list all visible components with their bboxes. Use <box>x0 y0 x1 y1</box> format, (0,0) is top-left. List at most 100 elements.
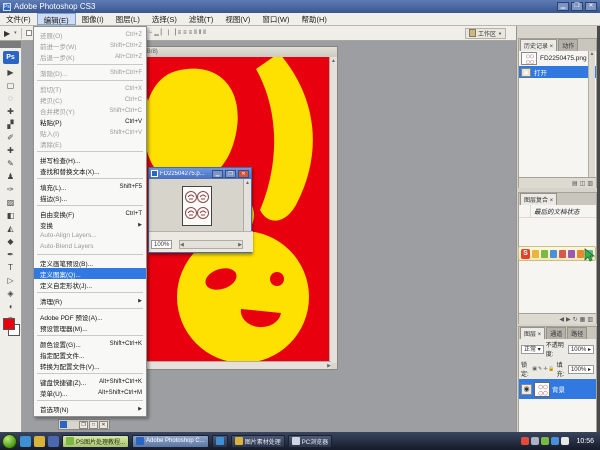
mini-close-button[interactable]: ✕ <box>99 421 108 429</box>
menu-edit[interactable]: 编辑(E) <box>37 13 76 25</box>
path-select-tool[interactable]: ▷ <box>2 274 20 287</box>
lock-position-icon[interactable]: ✛ <box>543 366 547 372</box>
zoom-level-field[interactable]: 100% <box>151 240 172 249</box>
edit-menu-item-auto-align-layers[interactable]: Auto-Align Layers... <box>34 230 146 241</box>
layer-comp-row[interactable]: 最后的文档状态 <box>519 205 596 218</box>
edit-menu-item-clear[interactable]: 清除(E) <box>34 138 146 149</box>
menu-view[interactable]: 视图(V) <box>219 13 256 25</box>
prev-comp-icon[interactable]: ◀ <box>559 316 564 323</box>
delete-state-icon[interactable]: ▥ <box>587 180 593 187</box>
auto-select-checkbox[interactable] <box>26 30 32 36</box>
vertical-scrollbar[interactable]: ▲ <box>329 57 337 363</box>
delete-comp-icon[interactable]: ▥ <box>587 316 593 323</box>
pattern-hscrollbar[interactable]: ◀▶ <box>179 240 243 249</box>
toolbox-grip[interactable] <box>0 41 21 48</box>
comp-apply-cell[interactable] <box>519 205 531 218</box>
edit-menu-item-define-custom-shape[interactable]: 定义自定形状(J)... <box>34 279 146 290</box>
visibility-eye-icon[interactable]: ◉ <box>521 384 532 395</box>
task-small-app[interactable] <box>212 435 228 448</box>
edit-menu-item-copy[interactable]: 拷贝(C)Ctrl+C <box>34 94 146 105</box>
pattern-window-titlebar[interactable]: FD22504275.p... ▁ ❐ ✕ <box>149 168 251 179</box>
menu-filter[interactable]: 滤镜(T) <box>183 13 220 25</box>
mini-restore-button[interactable]: ❐ <box>79 421 88 429</box>
opacity-field[interactable]: 100% ▸ <box>568 345 594 354</box>
edit-menu-item-paste[interactable]: 粘贴(P)Ctrl+V <box>34 116 146 127</box>
close-button[interactable]: ✕ <box>585 2 597 11</box>
minimize-button[interactable]: ▁ <box>557 2 569 11</box>
menu-file[interactable]: 文件(F) <box>0 13 37 25</box>
ime-tools-icon[interactable] <box>577 250 584 258</box>
edit-menu-item-fade[interactable]: 渐隐(D)...Shift+Ctrl+F <box>34 67 146 78</box>
quicklaunch-ie-icon[interactable] <box>20 436 31 447</box>
lock-transparency-icon[interactable]: ▣ <box>532 366 537 372</box>
edit-menu-item-menus[interactable]: 菜单(U)...Alt+Shift+Ctrl+M <box>34 387 146 398</box>
edit-menu-item-define-pattern[interactable]: 定义图案(Q)... <box>34 268 146 279</box>
tray-ime-icon[interactable] <box>561 437 569 445</box>
menu-window[interactable]: 窗口(W) <box>256 13 295 25</box>
workspace-button[interactable]: 工作区 ▼ <box>465 28 506 39</box>
crop-tool[interactable]: ▞ <box>2 118 20 131</box>
shape-tool[interactable]: ◈ <box>2 287 20 300</box>
tray-safety-icon[interactable] <box>551 437 559 445</box>
pen-tool[interactable]: ✒ <box>2 248 20 261</box>
new-document-from-state-icon[interactable]: ▤ <box>572 180 578 187</box>
menu-image[interactable]: 图像(I) <box>76 13 110 25</box>
task-pc-browser[interactable]: PC浏览器 <box>288 435 332 448</box>
edit-menu-item-copy-merged[interactable]: 合并拷贝(Y)Shift+Ctrl+C <box>34 105 146 116</box>
brush-tool[interactable]: ✎ <box>2 157 20 170</box>
pattern-canvas[interactable] <box>149 179 245 232</box>
ime-emoji-icon[interactable] <box>559 250 566 258</box>
edit-menu-item-step-backward[interactable]: 后退一步(K)Alt+Ctrl+Z <box>34 51 146 62</box>
lock-pixels-icon[interactable]: ✎ <box>538 366 542 372</box>
task-image-folder[interactable]: 图片素材处理 <box>231 435 285 448</box>
edit-menu-item-step-forward[interactable]: 前进一步(W)Shift+Ctrl+Z <box>34 40 146 51</box>
edit-menu-item-cut[interactable]: 剪切(T)Ctrl+X <box>34 83 146 94</box>
edit-menu-item-preset-manager[interactable]: 预设管理器(M)... <box>34 322 146 333</box>
history-snapshot-row[interactable]: FD2250475.png <box>519 51 596 66</box>
gradient-tool[interactable]: ◧ <box>2 209 20 222</box>
tray-qq-icon[interactable] <box>521 437 529 445</box>
tab-actions[interactable]: 动作 <box>558 39 578 51</box>
restore-button[interactable]: ❐ <box>571 2 583 11</box>
new-comp-icon[interactable]: ▦ <box>580 316 586 323</box>
blend-mode-dropdown[interactable]: 正常 ▾ <box>521 345 544 354</box>
menu-select[interactable]: 选择(S) <box>146 13 183 25</box>
move-tool[interactable]: ▶ <box>2 66 20 79</box>
foreground-color-swatch[interactable] <box>3 318 15 330</box>
edit-menu-item-stroke[interactable]: 描边(S)... <box>34 192 146 203</box>
task-tutorial-page[interactable]: PS图片处理教程... <box>62 435 129 448</box>
hand-tool[interactable]: ◖ <box>2 300 20 313</box>
pattern-restore-button[interactable]: ❐ <box>225 170 236 178</box>
pattern-close-button[interactable]: ✕ <box>238 170 249 178</box>
mini-maximize-button[interactable]: □ <box>89 421 98 429</box>
quicklaunch-folder-icon[interactable] <box>34 436 45 447</box>
blur-tool[interactable]: ◭ <box>2 222 20 235</box>
edit-menu-item-fill[interactable]: 填充(L)...Shift+F5 <box>34 181 146 192</box>
healing-brush-tool[interactable]: ✚ <box>2 144 20 157</box>
update-comp-icon[interactable]: ↻ <box>573 316 578 323</box>
history-step-open[interactable]: ▣ 打开 <box>519 66 596 78</box>
edit-menu-item-assign-profile[interactable]: 指定配置文件... <box>34 349 146 360</box>
tab-layers[interactable]: 图层 × <box>520 327 545 339</box>
align-right-icon[interactable]: ▕ <box>170 30 177 36</box>
edit-menu-item-preferences[interactable]: 首选项(N)▶ <box>34 403 146 414</box>
quicklaunch-media-icon[interactable] <box>48 436 59 447</box>
edit-menu-item-color-settings[interactable]: 颜色设置(G)...Shift+Ctrl+K <box>34 338 146 349</box>
edit-menu-item-define-brush-preset[interactable]: 定义画笔预设(B)... <box>34 257 146 268</box>
next-comp-icon[interactable]: ▶ <box>566 316 571 323</box>
ime-keyboard-icon[interactable] <box>550 250 557 258</box>
marquee-tool[interactable]: ▢ <box>2 79 20 92</box>
tab-channels[interactable]: 通道 <box>546 327 566 339</box>
edit-menu-item-adobe-pdf-presets[interactable]: Adobe PDF 预设(A)... <box>34 311 146 322</box>
edit-menu-item-keyboard-shortcuts[interactable]: 键盘快捷键(Z)...Alt+Shift+Ctrl+K <box>34 376 146 387</box>
tab-paths[interactable]: 路径 <box>567 327 587 339</box>
edit-menu-item-check-spelling[interactable]: 拼写检查(H)... <box>34 154 146 165</box>
eyedropper-tool[interactable]: ✐ <box>2 131 20 144</box>
menu-layer[interactable]: 图层(L) <box>110 13 146 25</box>
edit-menu-item-paste-into[interactable]: 贴入(I)Shift+Ctrl+V <box>34 127 146 138</box>
edit-menu-item-purge[interactable]: 清理(R)▶ <box>34 295 146 306</box>
tab-history[interactable]: 历史记录 × <box>520 39 557 51</box>
clone-stamp-tool[interactable]: ♟ <box>2 170 20 183</box>
distribute-vcenter-icon[interactable]: ≡ <box>182 30 188 36</box>
new-snapshot-icon[interactable]: ◫ <box>580 180 586 187</box>
